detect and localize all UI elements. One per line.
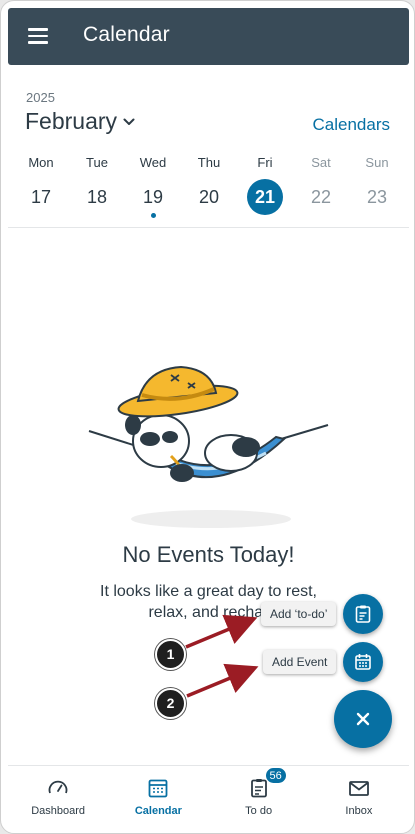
add-todo-button[interactable] [343, 594, 383, 634]
todo-count-badge: 56 [264, 767, 287, 784]
add-event-label[interactable]: Add Event [263, 650, 337, 674]
day-wed[interactable]: Wed 19 [125, 155, 181, 218]
top-app-bar: Calendar [8, 8, 409, 65]
todo-clipboard-icon [355, 605, 371, 623]
phone-screen: Calendar 2025 February Calendars Mon 17 … [0, 0, 415, 834]
empty-state-title: No Events Today! [122, 542, 295, 567]
day-mon[interactable]: Mon 17 [13, 155, 69, 215]
divider [8, 227, 409, 228]
nav-inbox[interactable]: Inbox [309, 766, 409, 827]
nav-calendar[interactable]: Calendar [108, 766, 208, 827]
chevron-down-icon [123, 118, 135, 125]
day-number: 22 [310, 187, 332, 207]
day-name: Mon [28, 155, 54, 170]
day-number: 17 [30, 187, 52, 207]
calendars-link[interactable]: Calendars [313, 115, 391, 135]
day-fri-selected[interactable]: Fri 21 [237, 155, 293, 215]
nav-todo[interactable]: 56 To do [209, 766, 309, 827]
day-name: Wed [139, 155, 167, 170]
day-number: 19 [142, 187, 164, 207]
callout-badge-1: 1 [155, 639, 186, 670]
nav-label: To do [245, 805, 273, 817]
day-number: 21 [247, 179, 283, 215]
calendar-icon [355, 654, 371, 670]
envelope-icon [348, 781, 369, 796]
page-title: Calendar [83, 23, 170, 46]
day-name: Sun [365, 155, 389, 170]
day-name: Fri [257, 155, 273, 170]
close-icon [356, 712, 370, 726]
empty-state-subtitle-line1: It looks like a great day to rest, [100, 583, 317, 600]
day-name: Sat [311, 155, 331, 170]
close-fab-button[interactable] [334, 690, 392, 748]
nav-label: Calendar [134, 805, 182, 817]
callout-badge-2: 2 [155, 688, 186, 719]
dashboard-gauge-icon [48, 780, 68, 794]
day-number: 18 [86, 187, 108, 207]
day-tue[interactable]: Tue 18 [69, 155, 125, 215]
day-number: 23 [366, 187, 388, 207]
day-sun[interactable]: Sun 23 [349, 155, 405, 215]
day-name: Tue [86, 155, 108, 170]
add-todo-label[interactable]: Add ‘to-do’ [261, 602, 337, 626]
menu-icon[interactable] [28, 28, 48, 44]
day-sat[interactable]: Sat 22 [293, 155, 349, 215]
nav-label: Dashboard [31, 805, 86, 817]
nav-dashboard[interactable]: Dashboard [8, 766, 108, 827]
panda-hammock-illustration [88, 365, 329, 528]
month-selector[interactable]: February [25, 108, 135, 135]
month-label: February [25, 108, 118, 134]
week-strip: Mon 17 Tue 18 Wed 19 Thu 20 Fri 21 Sat 2… [13, 155, 405, 218]
day-name: Thu [197, 155, 221, 170]
day-thu[interactable]: Thu 20 [181, 155, 237, 215]
calendar-icon [148, 779, 168, 798]
bottom-navigation: Dashboard Calendar 56 To do Inbox [8, 765, 409, 827]
event-indicator-dot [151, 213, 156, 218]
add-event-button[interactable] [343, 642, 383, 682]
year-label: 2025 [26, 90, 55, 105]
nav-label: Inbox [345, 805, 373, 817]
day-number: 20 [198, 187, 220, 207]
